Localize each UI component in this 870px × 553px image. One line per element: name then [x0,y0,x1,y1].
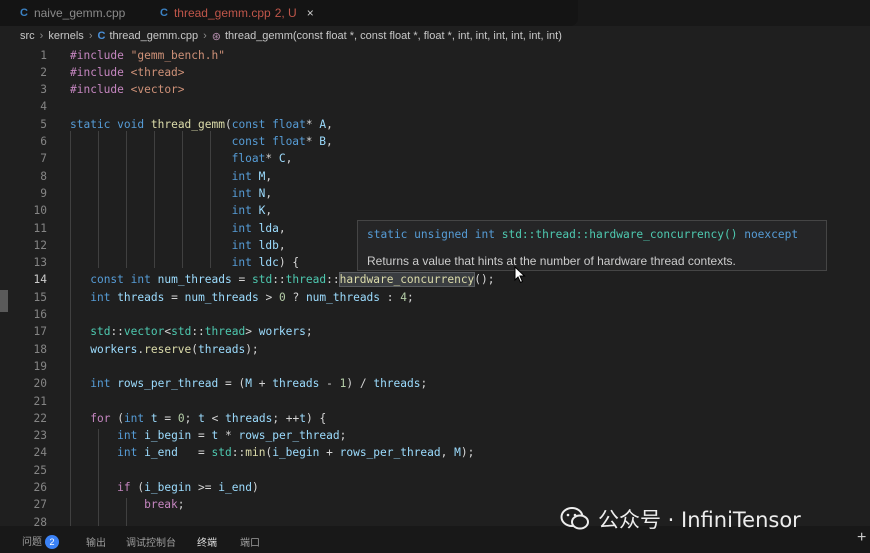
tab-thread-gemm[interactable]: C thread_gemm.cpp 2, U × [160,0,314,26]
line-number: 15 [33,290,47,304]
chevron-right-icon: › [88,30,93,42]
tab-naive-gemm[interactable]: C naive_gemm.cpp [20,0,125,26]
code-line: 19 [0,358,870,375]
line-number: 27 [33,498,47,512]
tab-debug-console[interactable]: 调试控制台 [126,534,176,549]
cpp-file-icon: C [97,30,106,42]
line-number: 1 [40,48,47,62]
code-line: 21 [0,393,870,410]
tab-problems[interactable]: 问题 2 [22,533,59,550]
line-number: 28 [33,515,47,526]
tab-problems-label: 问题 [22,537,42,548]
line-number: 23 [33,429,47,443]
line-number: 5 [40,117,47,131]
code-line: 26 if (i_begin >= i_end) [0,479,870,496]
code-line: 2 #include <thread> [0,64,870,81]
line-number: 24 [33,446,47,460]
code-line: 23 int i_begin = t * rows_per_thread; [0,427,870,444]
code-line: 22 for (int t = 0; t < threads; ++t) { [0,410,870,427]
line-number: 22 [33,411,47,425]
chevron-right-icon: › [39,30,44,42]
code-line: 8 int M, [0,168,870,185]
line-number: 13 [33,256,47,270]
code-line: 15 int threads = num_threads > 0 ? num_t… [0,289,870,306]
hover-tooltip: static unsigned int std::thread::hardwar… [357,220,827,271]
code-line: 25 [0,462,870,479]
signature-suffix: noexcept [737,228,799,241]
line-number: 8 [40,169,47,183]
code-editor[interactable]: 1 #include "gemm_bench.h" 2 #include <thre… [0,46,870,526]
line-number: 3 [40,83,47,97]
line-number: 2 [40,65,47,79]
tab-output[interactable]: 输出 [86,534,106,549]
line-number: 17 [33,325,47,339]
line-number: 6 [40,135,47,148]
signature-name: std::thread::hardware_concurrency() [494,228,738,241]
code-line: 16 [0,306,870,323]
chevron-right-icon: › [203,30,207,42]
line-number: 7 [40,152,47,166]
tab-label: thread_gemm.cpp [173,6,271,20]
code-line: 1 #include "gemm_bench.h" [0,47,870,64]
line-number: 25 [33,463,47,477]
line-number: 11 [33,221,47,235]
cpp-file-icon: C [160,7,168,19]
watermark: 公众号 · InfiniTensor [560,504,801,534]
line-number: 18 [33,342,47,356]
hover-signature: static unsigned int std::thread::hardwar… [367,228,798,241]
problems-count-badge: 2 [45,535,59,550]
code-line: 4 [0,98,870,115]
cpp-file-icon: C [20,7,28,19]
close-icon[interactable]: × [307,6,314,20]
wechat-icon [560,507,589,530]
line-number: 10 [33,204,47,218]
code-line: 3 #include <vector> [0,81,870,98]
tab-status: 2, U [274,6,297,20]
code-line-active: 14 const int num_threads = std::thread::… [0,271,870,288]
tab-bar: C naive_gemm.cpp C thread_gemm.cpp 2, U … [0,0,870,26]
add-terminal-button[interactable]: + [857,529,866,547]
signature-keywords: static unsigned int [367,228,495,241]
watermark-text: 公众号 · InfiniTensor [598,508,801,532]
line-number: 21 [33,394,47,408]
code-line: 5 static void thread_gemm(const float* A, [0,116,870,133]
line-number: 20 [33,377,47,391]
line-number: 4 [40,100,47,114]
hover-description: Returns a value that hints at the number… [367,254,736,268]
line-number: 12 [33,238,47,252]
breadcrumb-file[interactable]: thread_gemm.cpp [109,30,198,42]
breadcrumb-src[interactable]: src [20,30,35,42]
line-number: 26 [33,481,47,494]
code-line: 10 int K, [0,202,870,219]
code-line: 9 int N, [0,185,870,202]
code-line: 24 int i_end = std::min(i_begin + rows_p… [0,444,870,461]
line-number: 9 [40,186,47,200]
code-line: 18 workers.reserve(threads); [0,341,870,358]
breadcrumb-symbol[interactable]: thread_gemm(const float *, const float *… [225,30,562,42]
code-line: 6 const float* B, [0,133,870,150]
tab-label: naive_gemm.cpp [33,6,126,20]
breadcrumb-kernels[interactable]: kernels [48,30,83,42]
breadcrumb: src › kernels › C thread_gemm.cpp › ⊛ th… [0,26,870,46]
tab-ports[interactable]: 端口 [240,534,260,549]
code-line: 20 int rows_per_thread = (M + threads - … [0,375,870,392]
function-icon: ⊛ [211,30,221,43]
tab-terminal[interactable]: 终端 [197,534,217,549]
code-line: 7 float* C, [0,150,870,167]
line-number: 14 [33,273,47,287]
line-number: 16 [33,308,47,321]
code-line: 17 std::vector<std::thread> workers; [0,323,870,340]
mouse-cursor-icon [514,266,526,284]
line-number: 19 [33,359,47,373]
